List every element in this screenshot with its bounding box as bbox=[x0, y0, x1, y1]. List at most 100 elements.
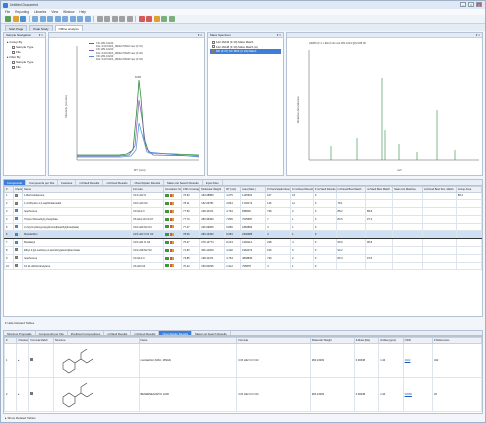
menu-libraries[interactable]: Libraries bbox=[34, 10, 46, 14]
checkbox[interactable] bbox=[12, 51, 15, 54]
zoom-icon[interactable] bbox=[119, 16, 125, 22]
zoom-icon[interactable] bbox=[126, 16, 133, 22]
collapse-icon[interactable]: ▸ bbox=[7, 55, 9, 60]
table-row[interactable]: 8 Ethyl 4-[(4-methoxy-2-quinolinyl)amino]… bbox=[3, 246, 483, 255]
tab-mzvault-results[interactable]: mzVault Results bbox=[76, 180, 104, 185]
tab-compounds-per-file[interactable]: Compounds per File bbox=[36, 331, 68, 336]
tab-input-files[interactable]: Input Files bbox=[203, 180, 223, 185]
table-row[interactable]: 4 Tris(2-chloroethyl) phosphate C6 H12 Cl3… bbox=[3, 214, 483, 224]
table-cell-formula: C19 H18 N2 O3 bbox=[131, 246, 164, 255]
open-icon[interactable] bbox=[5, 16, 11, 22]
grid-icon[interactable] bbox=[32, 16, 38, 22]
checkbox[interactable] bbox=[15, 201, 19, 205]
checkbox[interactable] bbox=[12, 66, 15, 69]
grid-icon[interactable] bbox=[69, 16, 76, 22]
tab-peak-study[interactable]: Peak Study bbox=[29, 25, 53, 31]
table-row[interactable]: 3 Isophorone C9 H14 O 77.50 138.10471 4.764 84… bbox=[3, 207, 483, 216]
table-row[interactable]: 6 Metolachlor C15 H22 Cl N O2 78.06 283.1339… bbox=[3, 230, 483, 240]
tab-predicted-compositions[interactable]: Predicted Compositions bbox=[68, 331, 105, 336]
tab-chemspider-results[interactable]: ChemSpider Results bbox=[159, 331, 193, 336]
checkbox[interactable] bbox=[15, 217, 19, 221]
table-cell-csid[interactable]: 4022 bbox=[402, 342, 433, 378]
export-icon[interactable] bbox=[161, 16, 167, 22]
table-row[interactable]: 2 1,2-Dihydro-1,2-naphthalenediol C10 H10 … bbox=[3, 199, 483, 209]
tab-compounds-per-file[interactable]: Compounds per File bbox=[26, 180, 59, 185]
tab-offline-analysis[interactable]: Offline analysis bbox=[54, 25, 83, 31]
annotation-source-bar bbox=[164, 241, 174, 245]
checkbox[interactable] bbox=[15, 264, 19, 268]
tab-structure-proposals[interactable]: Structure Proposals bbox=[4, 331, 36, 336]
grid-icon[interactable] bbox=[54, 16, 61, 22]
export-icon[interactable] bbox=[168, 16, 175, 22]
tab-compounds[interactable]: Compounds bbox=[4, 180, 27, 185]
table-row[interactable]: 9 Isophorone C9 H14 O 73.85 138.10471 4.764 48… bbox=[3, 253, 483, 263]
menu-reporting[interactable]: Reporting bbox=[15, 10, 29, 14]
grid-icon[interactable] bbox=[47, 16, 53, 22]
menu-view[interactable]: View bbox=[51, 10, 58, 14]
print-icon[interactable] bbox=[20, 16, 26, 22]
checkbox[interactable] bbox=[212, 49, 215, 53]
table-row[interactable]: 7 Metalaxyl C15 H21 N O4 75.47 279.14774 8.21… bbox=[3, 238, 483, 248]
tab-mzcloud-results[interactable]: mzCloud Results bbox=[131, 331, 160, 336]
grid-icon[interactable] bbox=[62, 16, 68, 22]
expand-icon[interactable]: ▸ bbox=[5, 416, 7, 420]
checkbox[interactable] bbox=[15, 248, 19, 252]
table-cell-csid[interactable]: 22682 bbox=[402, 376, 433, 412]
expand-icon[interactable]: ▸ bbox=[18, 359, 19, 362]
checkbox[interactable] bbox=[212, 40, 215, 44]
table-cell-sim bbox=[421, 199, 457, 209]
minimize-button[interactable]: – bbox=[460, 2, 466, 7]
checkbox[interactable] bbox=[15, 232, 19, 236]
checkbox[interactable] bbox=[12, 46, 15, 49]
checkbox[interactable] bbox=[15, 256, 19, 260]
checkbox[interactable] bbox=[212, 45, 215, 49]
tab-mass-list-results[interactable]: Mass List Search Results bbox=[192, 331, 231, 336]
checkbox[interactable] bbox=[15, 209, 19, 213]
pin-icon[interactable]: ▾ × bbox=[277, 33, 281, 38]
menu-window[interactable]: Window bbox=[63, 10, 74, 14]
collapse-icon[interactable]: ▸ bbox=[7, 40, 9, 45]
save-icon[interactable] bbox=[12, 16, 19, 22]
grid-icon[interactable] bbox=[77, 16, 83, 22]
tab-mzvault-results[interactable]: mzVault Results bbox=[104, 331, 132, 336]
tab-start-page[interactable]: Start Page bbox=[5, 25, 28, 31]
table-row[interactable]: 10 10,11-dichlorobutylene C6 H8 Cl2 70.43 15… bbox=[3, 261, 483, 271]
filter-icon[interactable] bbox=[146, 16, 152, 22]
tab-mzcloud-results[interactable]: mzCloud Results bbox=[103, 180, 132, 185]
collapse-icon[interactable]: ▾ bbox=[5, 321, 7, 325]
tree-item-file[interactable]: File bbox=[7, 65, 42, 70]
table-cell-area: 4848830 bbox=[240, 253, 267, 263]
table-cell-formula: C15 H21 N O4 bbox=[131, 238, 164, 248]
filter-icon[interactable] bbox=[138, 16, 145, 22]
checkbox[interactable] bbox=[15, 240, 19, 244]
zoom-icon[interactable] bbox=[104, 16, 110, 22]
menu-help[interactable]: Help bbox=[79, 10, 86, 14]
annotation-source-segment bbox=[171, 217, 174, 221]
zoom-icon[interactable] bbox=[96, 16, 103, 22]
show-related-tables-toggle[interactable]: ▸ Show Related Tables bbox=[5, 416, 36, 420]
table-row[interactable]: 1 1-Benzazolanone C13 H12 O 76.63 184.08883 4… bbox=[3, 191, 483, 201]
checkbox[interactable] bbox=[12, 61, 15, 64]
grid-icon[interactable] bbox=[84, 16, 91, 22]
table-row[interactable]: 1 ▸ metolachlor (MAC, MSDA) C15 H22 Cl N O2… bbox=[3, 342, 483, 378]
table-row[interactable]: 5 2,2-[(2-hydroxypropyl)imino]bis(ethylph… bbox=[3, 222, 483, 232]
star-icon[interactable] bbox=[153, 16, 160, 22]
zoom-icon[interactable] bbox=[111, 16, 118, 22]
table-row[interactable]: 2 ▸ BENZENEACETIC ACID C15 H22 Cl N O2 283.1… bbox=[3, 376, 483, 412]
close-button[interactable]: × bbox=[476, 2, 482, 7]
checkbox[interactable] bbox=[15, 225, 19, 229]
list-item[interactable]: ND (F:27) SC MSF (F:23) Match bbox=[210, 49, 281, 54]
hide-related-tables-toggle[interactable]: ▾ Hide Related Tables bbox=[5, 321, 34, 325]
maximize-button[interactable]: □ bbox=[468, 2, 474, 7]
tab-chemspider-results[interactable]: ChemSpider Results bbox=[131, 180, 165, 185]
pin-icon[interactable]: ▾ × bbox=[39, 33, 43, 38]
mass-spectrum-plot[interactable]: Relative Abundance m/z bbox=[287, 38, 484, 176]
table-cell-best: 92.2 bbox=[335, 246, 367, 255]
grid-icon[interactable] bbox=[39, 16, 46, 22]
checkbox[interactable] bbox=[15, 193, 19, 197]
tab-mass-list-results[interactable]: Mass List Search Results bbox=[164, 180, 203, 185]
table-cell-grp bbox=[455, 230, 483, 240]
expand-icon[interactable]: ▸ bbox=[18, 393, 19, 396]
tab-features[interactable]: Features bbox=[58, 180, 77, 185]
menu-file[interactable]: File bbox=[5, 10, 10, 14]
